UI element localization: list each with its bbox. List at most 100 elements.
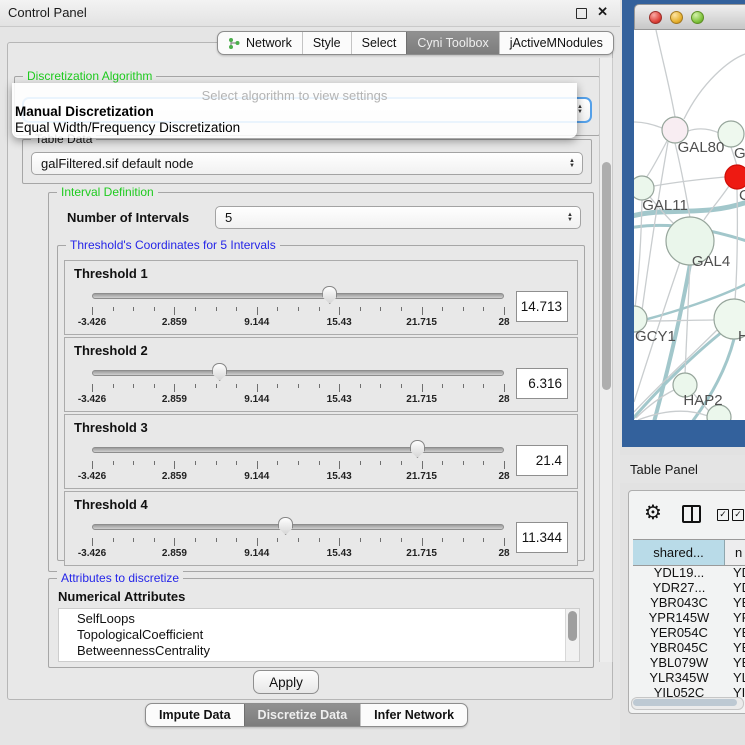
table-hscrollbar-thumb[interactable]	[633, 699, 737, 706]
control-panel-scrollbar-thumb[interactable]	[602, 162, 611, 390]
table-cell[interactable]: YER0	[725, 625, 745, 640]
table-cell[interactable]: YBL079W	[633, 655, 725, 670]
table-cell[interactable]: YDL1	[725, 565, 745, 580]
gear-icon[interactable]: ⚙	[644, 500, 662, 525]
slider-tick	[277, 461, 278, 465]
table-horizontal-scrollbar[interactable]	[631, 697, 744, 710]
tab-jactivemnodules[interactable]: jActiveMNodules	[499, 32, 613, 54]
table-header-row: shared... n	[633, 539, 745, 566]
table-cell[interactable]: YDR27...	[633, 580, 725, 595]
table-cell[interactable]: YPR1	[725, 610, 745, 625]
threshold-slider[interactable]: -3.4262.8599.14415.4321.71528	[92, 283, 504, 329]
slider-track[interactable]	[92, 447, 504, 453]
tab-discretize-data[interactable]: Discretize Data	[244, 704, 361, 726]
slider-thumb[interactable]	[212, 363, 227, 381]
close-icon[interactable]: ✕	[597, 4, 608, 20]
table-cell[interactable]: YBR0	[725, 640, 745, 655]
tab-infer-network[interactable]: Infer Network	[360, 704, 467, 726]
threshold-value-field[interactable]: 21.4	[516, 445, 568, 476]
slider-tick	[319, 538, 320, 542]
slider-tick	[257, 307, 258, 315]
float-window-icon[interactable]	[576, 8, 587, 19]
table-cell[interactable]: YBR043C	[633, 595, 725, 610]
table-row[interactable]: YIL052CYIL0	[633, 685, 745, 697]
tab-discretize-data-label: Discretize Data	[258, 708, 348, 722]
slider-ticks	[92, 384, 504, 393]
attributes-list-scrollbar[interactable]	[565, 609, 579, 661]
algorithm-option-manual[interactable]: Manual Discretization	[15, 104, 154, 119]
table-row[interactable]: YDL19...YDL1	[633, 565, 745, 580]
table-cell[interactable]: YBR0	[725, 595, 745, 610]
attribute-list-item[interactable]: SelfLoops	[77, 611, 579, 627]
slider-thumb[interactable]	[278, 517, 293, 535]
table-row[interactable]: YDR27...YDR2	[633, 580, 745, 595]
table-row[interactable]: YBR043CYBR0	[633, 595, 745, 610]
table-data-combobox[interactable]: galFiltered.sif default node ▲▼	[31, 152, 583, 175]
table-cell[interactable]: YLR345W	[633, 670, 725, 685]
close-traffic-light-icon[interactable]	[649, 11, 662, 24]
slider-tick	[174, 307, 175, 315]
network-window-titlebar[interactable]	[634, 4, 745, 30]
number-of-intervals-combobox[interactable]: 5 ▲▼	[215, 206, 581, 229]
threshold-value-field[interactable]: 6.316	[516, 368, 568, 399]
table-cell[interactable]: YPR145W	[633, 610, 725, 625]
table-cell[interactable]: YIL0	[725, 685, 745, 697]
network-canvas[interactable]: GAL80GACGAL11GAL4GCY1HHAP2	[634, 30, 745, 420]
control-panel-scrollbar[interactable]	[599, 58, 613, 662]
table-row[interactable]: YER054CYER0	[633, 625, 745, 640]
checkbox-icon[interactable]: ✓	[717, 509, 729, 521]
threshold-value-field[interactable]: 11.344	[516, 522, 568, 553]
tab-style[interactable]: Style	[302, 32, 351, 54]
slider-tick-label: 15.43	[327, 394, 352, 405]
control-panel-title: Control Panel	[8, 5, 87, 20]
slider-tick	[216, 384, 217, 388]
slider-tick	[174, 461, 175, 469]
slider-tick	[319, 307, 320, 311]
tab-impute-data[interactable]: Impute Data	[146, 704, 244, 726]
attributes-group-title: Attributes to discretize	[57, 571, 183, 585]
table-cell[interactable]: YDL19...	[633, 565, 725, 580]
table-cell[interactable]: YER054C	[633, 625, 725, 640]
slider-tick	[195, 538, 196, 542]
table-cell[interactable]: YBL0	[725, 655, 745, 670]
slider-track[interactable]	[92, 370, 504, 376]
threshold-slider[interactable]: -3.4262.8599.14415.4321.71528	[92, 360, 504, 406]
slider-tick-labels: -3.4262.8599.14415.4321.71528	[92, 548, 504, 560]
tab-network[interactable]: Network	[218, 32, 302, 54]
table-cell[interactable]: YDR2	[725, 580, 745, 595]
red-node[interactable]	[725, 165, 745, 189]
table-row[interactable]: YLR345WYLR3	[633, 670, 745, 685]
slider-thumb[interactable]	[410, 440, 425, 458]
numerical-attributes-list[interactable]: SelfLoopsTopologicalCoefficientBetweenne…	[58, 608, 580, 662]
table-cell[interactable]: YBR045C	[633, 640, 725, 655]
column-header-shared-name[interactable]: shared...	[633, 540, 725, 565]
slider-tick-labels: -3.4262.8599.14415.4321.71528	[92, 471, 504, 483]
threshold-slider[interactable]: -3.4262.8599.14415.4321.71528	[92, 437, 504, 483]
threshold-value-field[interactable]: 14.713	[516, 291, 568, 322]
attribute-list-item[interactable]: TopologicalCoefficient	[77, 627, 579, 643]
slider-thumb[interactable]	[322, 286, 337, 304]
table-row[interactable]: YBL079WYBL0	[633, 655, 745, 670]
slider-tick-labels: -3.4262.8599.14415.4321.71528	[92, 317, 504, 329]
zoom-traffic-light-icon[interactable]	[691, 11, 704, 24]
tab-select[interactable]: Select	[351, 32, 407, 54]
algorithm-option-equal-width[interactable]: Equal Width/Frequency Discretization	[15, 120, 240, 135]
tab-cyni-toolbox[interactable]: Cyni Toolbox	[406, 32, 498, 54]
slider-tick	[380, 461, 381, 465]
slider-track[interactable]	[92, 293, 504, 299]
table-row[interactable]: YPR145WYPR1	[633, 610, 745, 625]
table-cell[interactable]: YIL052C	[633, 685, 725, 697]
slider-tick	[298, 461, 299, 465]
column-header-name[interactable]: n	[725, 540, 745, 565]
apply-button[interactable]: Apply	[253, 670, 319, 694]
threshold-slider[interactable]: -3.4262.8599.14415.4321.71528	[92, 514, 504, 560]
checkbox-icon[interactable]: ✓	[732, 509, 744, 521]
attribute-list-item[interactable]: BetweennessCentrality	[77, 643, 579, 659]
split-pane-icon[interactable]	[682, 505, 701, 523]
slider-tick	[360, 461, 361, 465]
table-cell[interactable]: YLR3	[725, 670, 745, 685]
slider-track[interactable]	[92, 524, 504, 530]
attributes-scrollbar-thumb[interactable]	[568, 611, 577, 641]
minimize-traffic-light-icon[interactable]	[670, 11, 683, 24]
table-row[interactable]: YBR045CYBR0	[633, 640, 745, 655]
